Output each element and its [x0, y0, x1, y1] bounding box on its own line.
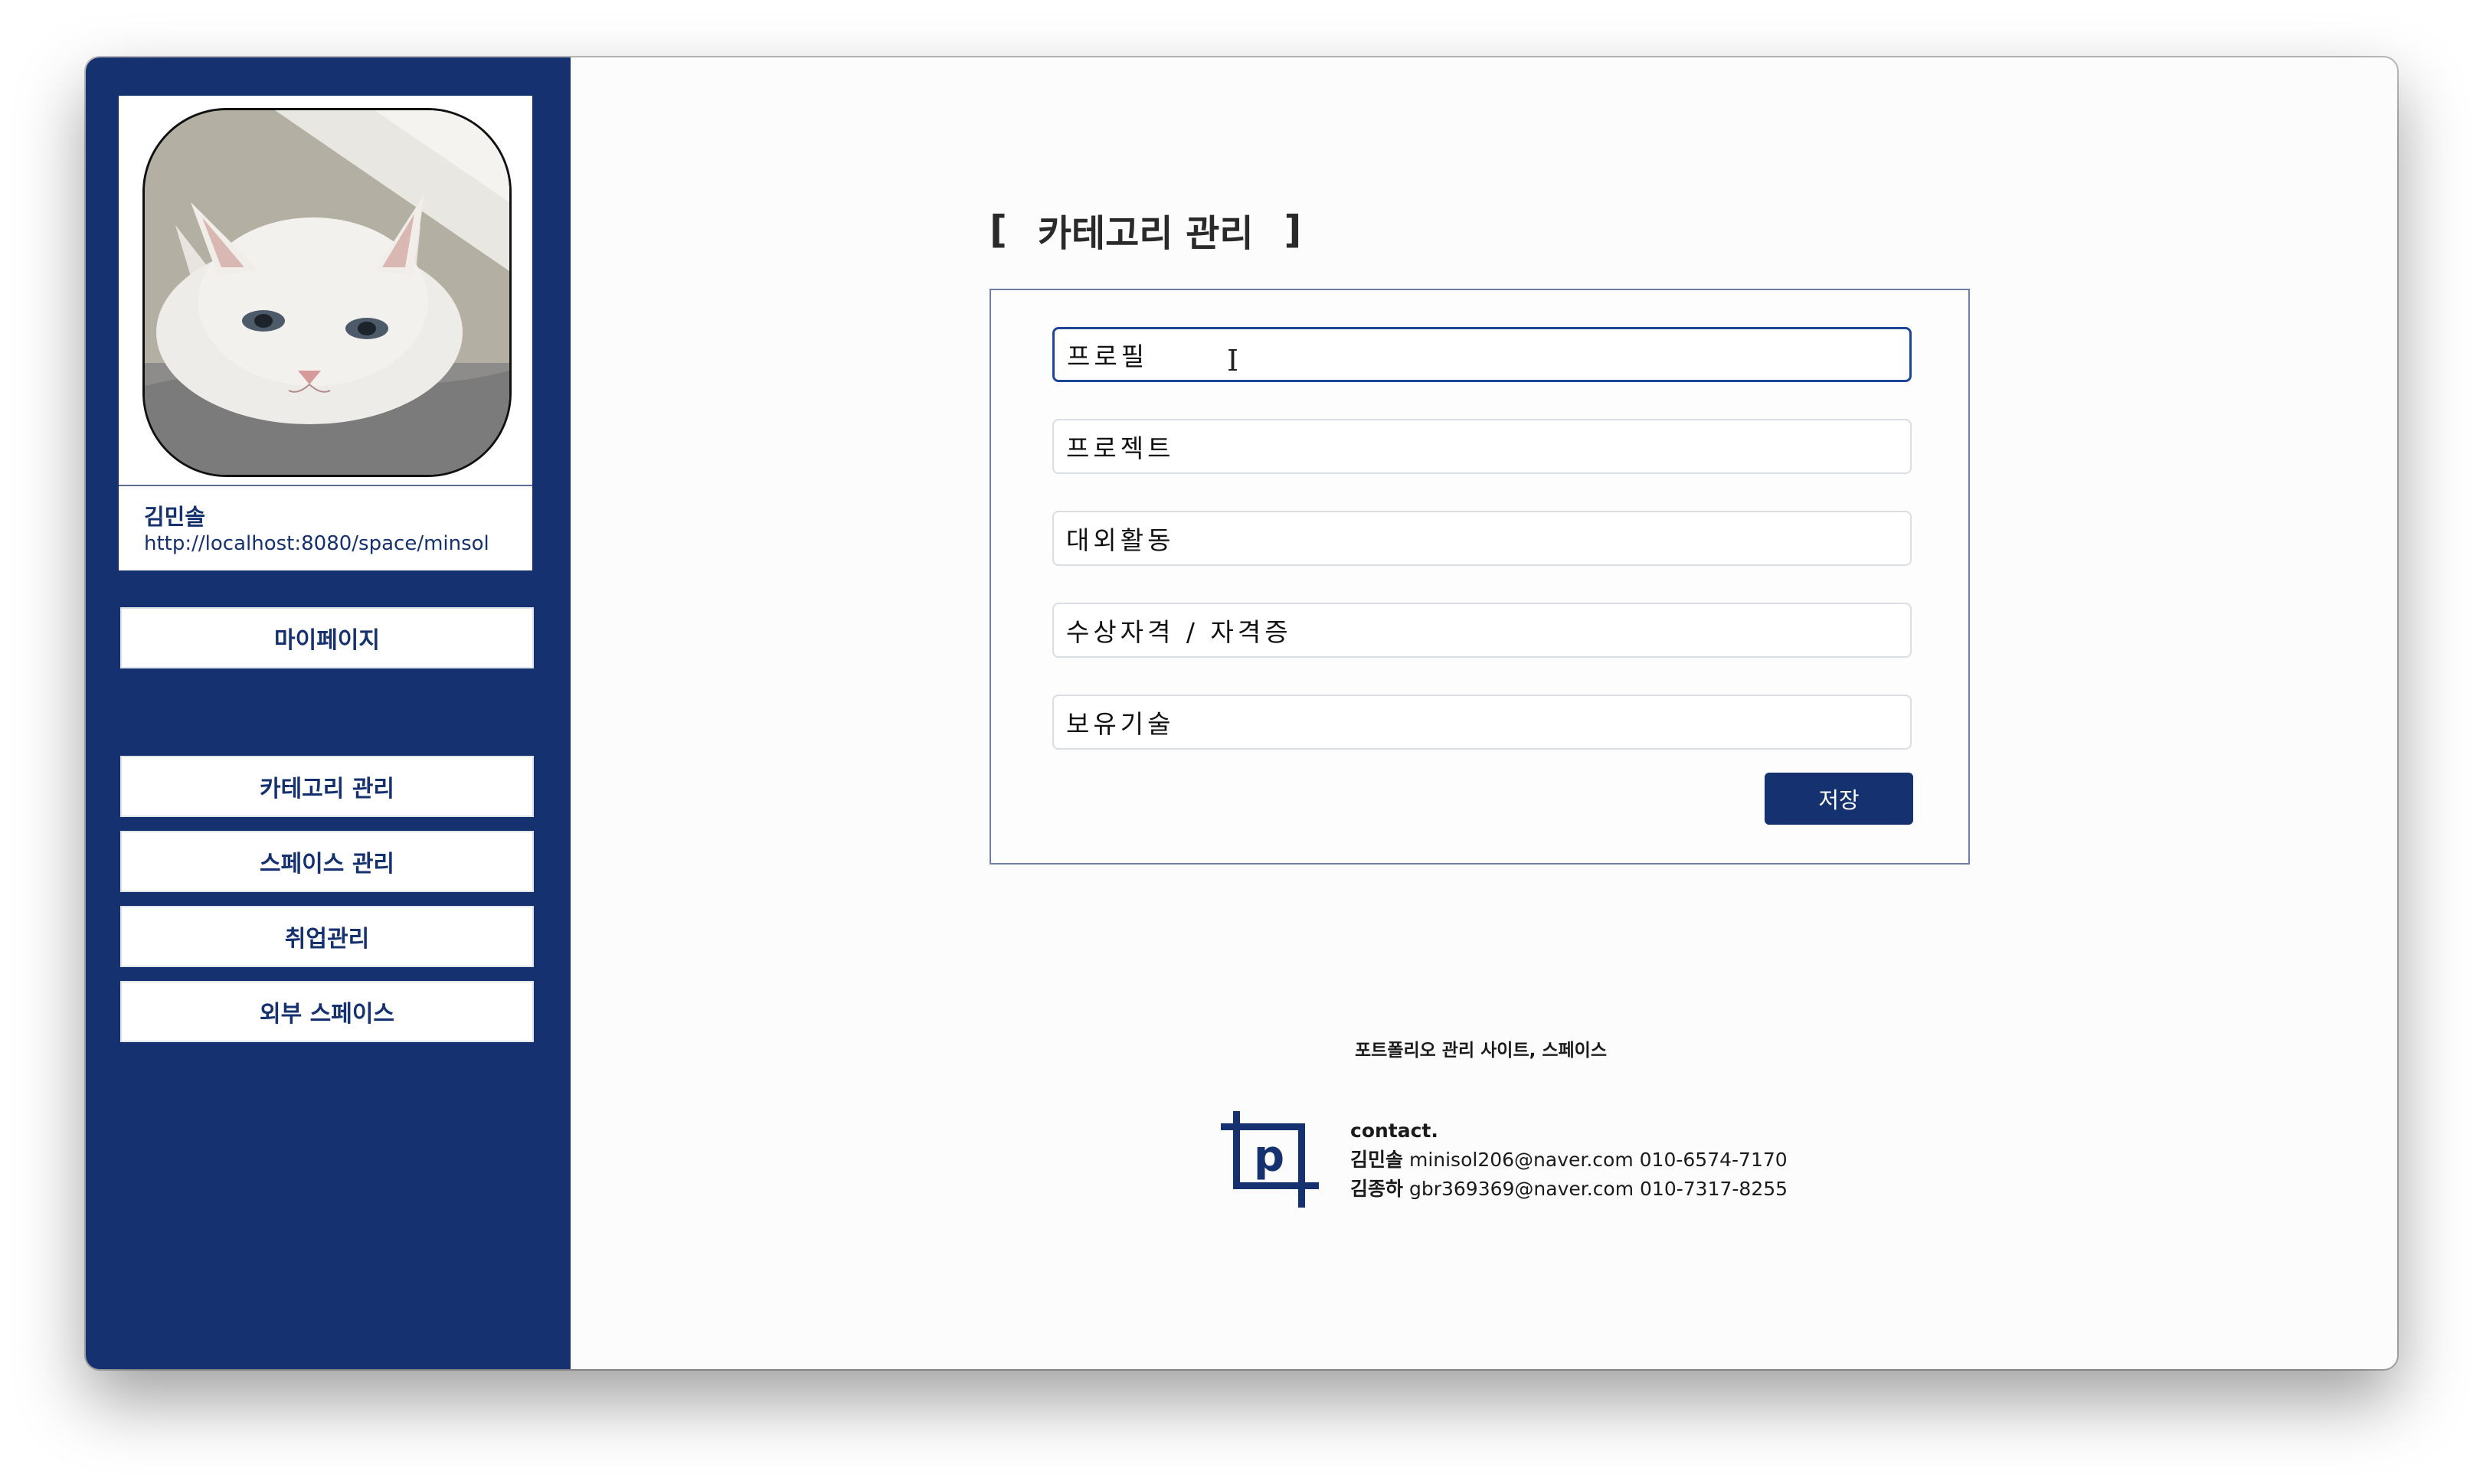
category-form: I 저장: [990, 289, 1970, 865]
category-input-3[interactable]: [1052, 511, 1912, 566]
contact-row: 김종하 gbr369369@naver.com 010-7317-8255: [1350, 1175, 1788, 1204]
category-input-5[interactable]: [1052, 695, 1912, 750]
footer-tagline: 포트폴리오 관리 사이트, 스페이스: [1355, 1041, 1607, 1061]
profile-divider: [119, 485, 532, 486]
browser-window: 김민솔 http://localhost:8080/space/minsol 마…: [86, 57, 2397, 1369]
site-logo-icon: p: [1221, 1111, 1319, 1208]
save-button[interactable]: 저장: [1765, 773, 1913, 825]
title-bracket-close: ]: [1284, 208, 1302, 252]
contact-label: contact.: [1350, 1120, 1438, 1142]
contact-name: 김민솔: [1350, 1149, 1404, 1171]
contact-name: 김종하: [1350, 1178, 1404, 1200]
text-cursor-icon: I: [1227, 344, 1239, 378]
profile-url[interactable]: http://localhost:8080/space/minsol: [144, 532, 489, 555]
page-title-text: 카테고리 관리: [1037, 212, 1254, 255]
sidebar-item-external-space[interactable]: 외부 스페이스: [120, 981, 534, 1042]
sidebar: 김민솔 http://localhost:8080/space/minsol 마…: [86, 57, 571, 1369]
title-bracket-open: [: [990, 208, 1007, 252]
category-input-4[interactable]: [1052, 603, 1912, 658]
contact-details: gbr369369@naver.com 010-7317-8255: [1408, 1178, 1788, 1200]
contact-row: 김민솔 minisol206@naver.com 010-6574-7170: [1350, 1146, 1788, 1175]
sidebar-item-space[interactable]: 스페이스 관리: [120, 831, 534, 892]
cat-photo: [145, 110, 509, 475]
profile-card: 김민솔 http://localhost:8080/space/minsol: [119, 96, 532, 570]
category-input-1[interactable]: [1052, 327, 1912, 382]
profile-avatar: [142, 108, 512, 477]
sidebar-item-category[interactable]: 카테고리 관리: [120, 756, 534, 817]
page-title: [ 카테고리 관리 ]: [990, 203, 1301, 257]
category-input-2[interactable]: [1052, 419, 1912, 474]
contact-details: minisol206@naver.com 010-6574-7170: [1408, 1149, 1788, 1171]
sidebar-item-employment[interactable]: 취업관리: [120, 906, 534, 967]
contact-info: contact. 김민솔 minisol206@naver.com 010-65…: [1350, 1116, 1788, 1204]
logo-letter: p: [1254, 1132, 1284, 1182]
profile-name: 김민솔: [144, 504, 206, 530]
mypage-button[interactable]: 마이페이지: [120, 607, 534, 668]
